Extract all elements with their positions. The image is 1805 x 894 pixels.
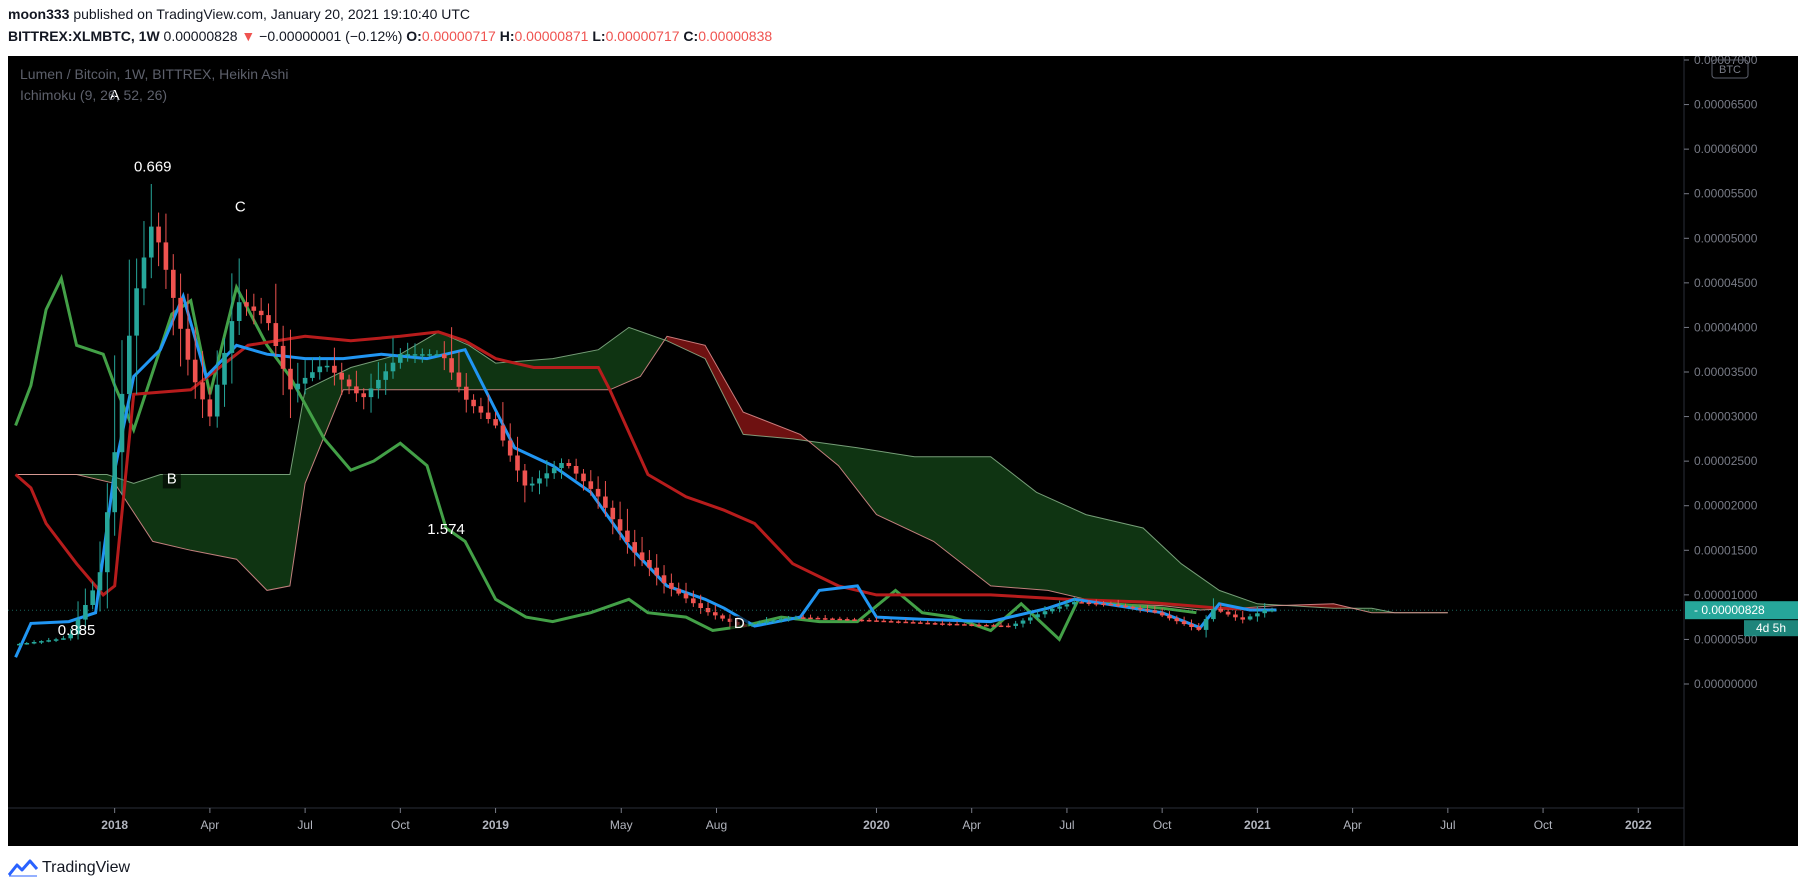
x-tick-label: Oct	[1153, 818, 1172, 832]
x-tick-label: May	[610, 818, 633, 832]
countdown-label: 4d 5h	[1756, 621, 1786, 635]
y-tick-label: 0.00001000	[1694, 588, 1758, 602]
x-tick-label: Apr	[962, 818, 981, 832]
legend-series: Lumen / Bitcoin, 1W, BITTREX, Heikin Ash…	[20, 66, 288, 82]
annotation-label: 0.885	[58, 622, 96, 639]
open-label: O:	[406, 28, 422, 44]
annotation-label: C	[235, 199, 246, 216]
tradingview-brand-label: TradingView	[42, 859, 131, 876]
chart-background	[8, 56, 1798, 846]
annotation-label: B	[167, 470, 177, 487]
x-tick-label: Oct	[1534, 818, 1553, 832]
y-tick-label: 0.00005500	[1694, 187, 1758, 201]
close-value: 0.00000838	[698, 28, 773, 44]
y-tick-label: 0.00002000	[1694, 499, 1758, 513]
symbol-label: BITTREX:XLMBTC, 1W	[8, 28, 160, 44]
legend-indicator: Ichimoku (9, 26, 52, 26)	[20, 87, 167, 103]
low-label: L:	[592, 28, 606, 44]
close-label: C:	[683, 28, 699, 44]
footer-brand[interactable]: TradingView	[8, 859, 130, 877]
x-tick-label: 2019	[482, 818, 509, 832]
x-tick-label: Apr	[1343, 818, 1362, 832]
last-price-label: - 0.00000828	[1694, 603, 1765, 617]
y-tick-label: 0.00003500	[1694, 365, 1758, 379]
annotation-label: D	[734, 615, 745, 632]
x-tick-label: Jul	[297, 818, 312, 832]
x-tick-label: Aug	[706, 818, 727, 832]
low-value: 0.00000717	[605, 28, 680, 44]
y-tick-label: 0.00006500	[1694, 98, 1758, 112]
x-tick-label: 2018	[101, 818, 128, 832]
chart-area[interactable]: A 0.669 C B 1.574 D 0.885 0.00007000 0.00006500…	[8, 53, 1798, 846]
y-tick-label: 0.00005000	[1694, 231, 1758, 245]
y-tick-label: 0.00004000	[1694, 320, 1758, 334]
x-tick-label: Jul	[1059, 818, 1074, 832]
symbol-ohlc-bar: BITTREX:XLMBTC, 1W 0.00000828 ▼ −0.00000…	[8, 28, 772, 44]
author-name[interactable]: moon333	[8, 6, 69, 22]
down-arrow-icon: ▼	[241, 28, 256, 44]
currency-badge-label: BTC	[1719, 64, 1741, 76]
x-tick-label: Apr	[201, 818, 220, 832]
high-value: 0.00000871	[514, 28, 589, 44]
high-label: H:	[499, 28, 515, 44]
x-tick-label: 2020	[863, 818, 890, 832]
x-tick-label: Jul	[1440, 818, 1455, 832]
y-tick-label: 0.00004500	[1694, 276, 1758, 290]
y-tick-label: 0.00003000	[1694, 410, 1758, 424]
publish-header: moon333 published on TradingView.com, Ja…	[8, 6, 470, 22]
tradingview-logo-icon	[8, 859, 38, 877]
y-tick-label: 0.00001500	[1694, 543, 1758, 557]
x-tick-label: 2021	[1244, 818, 1271, 832]
x-tick-label: 2022	[1625, 818, 1652, 832]
y-tick-label: 0.00002500	[1694, 454, 1758, 468]
last-price: 0.00000828	[163, 28, 238, 44]
published-text: published on TradingView.com, January 20…	[73, 6, 471, 22]
price-axis[interactable]: 0.000070000.000065000.000060000.00005500…	[1684, 53, 1758, 691]
open-value: 0.00000717	[421, 28, 496, 44]
price-chart[interactable]: A0.669CB1.574D0.885 0.000070000.00006500…	[8, 53, 1798, 846]
y-tick-label: 0.00006000	[1694, 142, 1758, 156]
x-tick-label: Oct	[391, 818, 410, 832]
annotation-label: 0.669	[134, 158, 172, 175]
price-change: −0.00000001 (−0.12%)	[259, 28, 403, 44]
annotation-label: 1.574	[427, 521, 465, 538]
y-tick-label: 0.00000000	[1694, 677, 1758, 691]
